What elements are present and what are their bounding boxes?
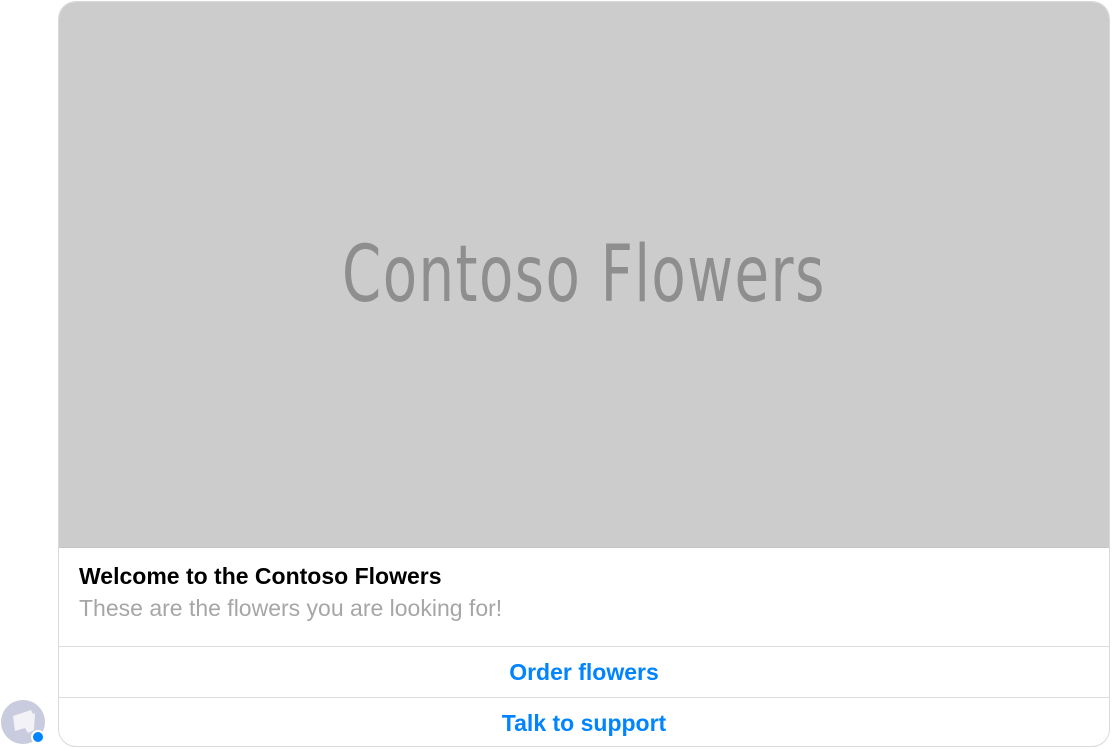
hero-image-text: Contoso Flowers [342, 229, 826, 320]
talk-to-support-button[interactable]: Talk to support [59, 698, 1109, 746]
messenger-badge-icon [31, 730, 45, 744]
card-title: Welcome to the Contoso Flowers [79, 563, 442, 589]
hero-card: Contoso Flowers Welcome to the Contoso F… [58, 1, 1110, 747]
order-flowers-button[interactable]: Order flowers [59, 648, 1109, 698]
card-info: Welcome to the Contoso Flowers These are… [59, 548, 1109, 647]
card-subtitle: These are the flowers you are looking fo… [79, 595, 503, 621]
bot-avatar [1, 700, 45, 744]
hero-image: Contoso Flowers [59, 2, 1109, 548]
